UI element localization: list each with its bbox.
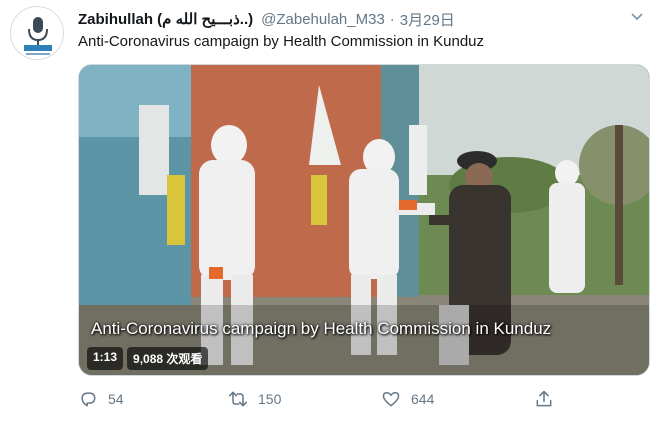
tweet-date[interactable]: 3月29日 bbox=[400, 9, 455, 30]
heart-icon bbox=[382, 392, 400, 407]
video-caption: Anti-Coronavirus campaign by Health Comm… bbox=[91, 319, 552, 338]
retweet-count: 150 bbox=[258, 391, 282, 407]
share-button[interactable] bbox=[534, 389, 564, 409]
display-name[interactable]: Zabihullah (ذبـــیح الله م..) bbox=[78, 10, 253, 28]
separator: · bbox=[389, 10, 395, 28]
chevron-down-icon[interactable] bbox=[630, 10, 644, 24]
like-count: 644 bbox=[411, 391, 435, 407]
microphone-logo-icon bbox=[13, 9, 63, 59]
video-duration: 1:13 bbox=[87, 347, 124, 370]
reply-icon bbox=[81, 392, 96, 407]
view-count: 9,088 次观看 bbox=[127, 347, 209, 370]
avatar[interactable] bbox=[10, 6, 64, 60]
reply-count: 54 bbox=[108, 391, 124, 407]
share-icon bbox=[536, 390, 552, 407]
retweet-icon bbox=[228, 391, 248, 407]
tweet-text: Anti-Coronavirus campaign by Health Comm… bbox=[78, 33, 485, 50]
retweet-button[interactable]: 150 bbox=[228, 389, 281, 409]
like-button[interactable]: 644 bbox=[381, 389, 434, 409]
video-meta: 1:13 9,088 次观看 bbox=[87, 347, 209, 370]
video-player[interactable]: Anti-Coronavirus campaign by Health Comm… bbox=[78, 64, 650, 376]
reply-button[interactable]: 54 bbox=[78, 389, 124, 409]
tweet-header: Zabihullah (ذبـــیح الله م..) @Zabehulah… bbox=[78, 8, 640, 30]
action-bar: 54 150 644 bbox=[78, 389, 650, 413]
user-handle[interactable]: @Zabehulah_M33 bbox=[261, 11, 385, 28]
